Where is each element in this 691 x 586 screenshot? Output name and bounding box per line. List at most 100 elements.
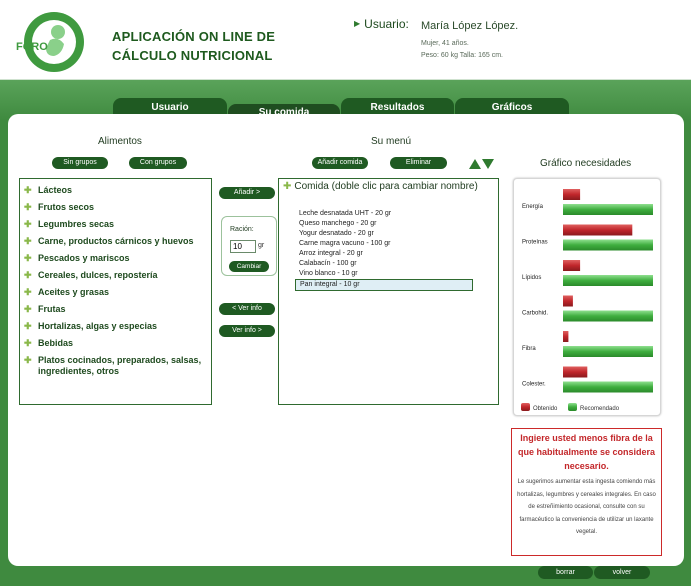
advice-body: Le sugerimos aumentar esta ingesta comie… bbox=[517, 479, 656, 535]
category-item[interactable]: ✚ Legumbres secas bbox=[24, 219, 205, 230]
category-item[interactable]: ✚ Carne, productos cárnicos y huevos bbox=[24, 236, 205, 247]
plus-icon: ✚ bbox=[24, 338, 32, 348]
category-label: Frutas bbox=[38, 304, 66, 314]
category-label: Aceites y grasas bbox=[38, 287, 110, 297]
menu-item[interactable]: Pan integral - 10 gr bbox=[295, 279, 473, 291]
reorder-arrows bbox=[468, 157, 494, 169]
category-label: Hortalizas, algas y especias bbox=[38, 321, 158, 331]
chart-category-label: Energía bbox=[522, 204, 544, 210]
category-item[interactable]: ✚ Pescados y mariscos bbox=[24, 253, 205, 264]
plus-icon: ✚ bbox=[24, 202, 32, 212]
bar-obtenido bbox=[563, 366, 588, 378]
menu-item[interactable]: Calabacín - 100 gr bbox=[295, 259, 473, 269]
bar-obtenido bbox=[563, 331, 569, 342]
chart-category-label: Proteínas bbox=[522, 240, 548, 246]
needs-chart-svg: Energía Proteínas Lípidos Carbohid. Fibra Col… bbox=[521, 189, 653, 412]
chart-category-label: Carbohid. bbox=[522, 311, 548, 317]
cambiar-button[interactable]: Cambiar bbox=[229, 261, 269, 272]
volver-button[interactable]: volver bbox=[594, 566, 650, 579]
advice-title: Ingiere usted menos fibra de la que habi… bbox=[517, 433, 656, 471]
user-label: ▶ Usuario: bbox=[354, 17, 409, 31]
bar-recomendado bbox=[563, 239, 653, 251]
category-label: Legumbres secas bbox=[38, 219, 115, 229]
con-grupos-button[interactable]: Con grupos bbox=[129, 157, 187, 169]
bar-recomendado bbox=[563, 310, 653, 322]
app-title: APLICACIÓN ON LINE DE CÁLCULO NUTRICIONA… bbox=[112, 27, 275, 65]
category-item[interactable]: ✚ Aceites y grasas bbox=[24, 287, 205, 298]
category-label: Lácteos bbox=[38, 185, 73, 195]
category-item[interactable]: ✚ Hortalizas, algas y especias bbox=[24, 321, 205, 332]
menu-title: Su menú bbox=[371, 136, 412, 147]
plus-icon: ✚ bbox=[24, 185, 32, 195]
bar-obtenido bbox=[563, 260, 581, 271]
plus-icon: ✚ bbox=[283, 181, 292, 192]
category-item[interactable]: ✚ Frutos secos bbox=[24, 202, 205, 213]
menu-item[interactable]: Queso manchego - 20 gr bbox=[295, 219, 473, 229]
user-sex-age: Mujer, 41 años. bbox=[421, 40, 469, 47]
legend-recomendado-swatch bbox=[568, 403, 577, 411]
bar-obtenido bbox=[563, 189, 581, 200]
menu-item-list: Leche desnatada UHT - 20 gr Queso mancheg… bbox=[295, 209, 473, 291]
racion-input[interactable] bbox=[230, 240, 256, 253]
chart-category-label: Fibra bbox=[522, 346, 536, 352]
ver-info-left-button[interactable]: < Ver info bbox=[219, 303, 275, 315]
category-item[interactable]: ✚ Cereales, dulces, repostería bbox=[24, 270, 205, 281]
advice-box: Ingiere usted menos fibra de la que habi… bbox=[511, 428, 662, 556]
plus-icon: ✚ bbox=[24, 355, 32, 365]
svg-text:FORO: FORO bbox=[16, 41, 48, 53]
category-label: Frutos secos bbox=[38, 202, 95, 212]
menu-item[interactable]: Leche desnatada UHT - 20 gr bbox=[295, 209, 473, 219]
racion-label: Ración: bbox=[230, 226, 254, 233]
menu-item[interactable]: Yogur desnatado - 20 gr bbox=[295, 229, 473, 239]
app-title-line2: CÁLCULO NUTRICIONAL bbox=[112, 48, 273, 63]
category-label: Cereales, dulces, repostería bbox=[38, 270, 158, 280]
alimentos-title: Alimentos bbox=[98, 136, 142, 147]
bar-recomendado bbox=[563, 346, 653, 357]
add-button[interactable]: Añadir > bbox=[219, 187, 275, 199]
plus-icon: ✚ bbox=[24, 219, 32, 229]
menu-item[interactable]: Vino blanco - 10 gr bbox=[295, 269, 473, 279]
menu-item[interactable]: Arroz integral - 20 gr bbox=[295, 249, 473, 259]
plus-icon: ✚ bbox=[24, 236, 32, 246]
borrar-button[interactable]: borrar bbox=[538, 566, 593, 579]
category-list: ✚ Lácteos ✚ Frutos secos ✚ Legumbres secas ✚ Ca… bbox=[20, 185, 211, 377]
legend-obtenido-label: Obtenido bbox=[533, 406, 558, 412]
plus-icon: ✚ bbox=[24, 304, 32, 314]
menu-item[interactable]: Carne magra vacuno - 100 gr bbox=[295, 239, 473, 249]
meal-header[interactable]: ✚ Comida (doble clic para cambiar nombre) bbox=[283, 181, 493, 193]
arrow-up-icon[interactable] bbox=[469, 159, 481, 169]
legend-recomendado-label: Recomendado bbox=[580, 406, 620, 412]
app-header: FORO APLICACIÓN ON LINE DE CÁLCULO NUTRI… bbox=[0, 0, 691, 80]
racion-unit: gr bbox=[258, 242, 265, 249]
ver-info-right-button[interactable]: Ver info > bbox=[219, 325, 275, 337]
chart-category-label: Lípidos bbox=[522, 275, 541, 281]
bar-obtenido bbox=[563, 295, 573, 307]
menu-box: ✚ Comida (doble clic para cambiar nombre)… bbox=[278, 178, 499, 405]
category-label: Platos cocinados, preparados, salsas, in… bbox=[38, 355, 202, 376]
app-title-line1: APLICACIÓN ON LINE DE bbox=[112, 29, 276, 44]
sin-grupos-button[interactable]: Sin grupos bbox=[52, 157, 108, 169]
plus-icon: ✚ bbox=[24, 287, 32, 297]
category-label: Carne, productos cárnicos y huevos bbox=[38, 236, 194, 246]
foro-logo: FORO bbox=[14, 10, 94, 74]
category-item[interactable]: ✚ Frutas bbox=[24, 304, 205, 315]
plus-icon: ✚ bbox=[24, 253, 32, 263]
triangle-right-icon: ▶ bbox=[354, 19, 361, 28]
chart-title: Gráfico necesidades bbox=[540, 158, 632, 169]
category-item[interactable]: ✚ Lácteos bbox=[24, 185, 205, 196]
food-category-list: ✚ Lácteos ✚ Frutos secos ✚ Legumbres secas ✚ Ca… bbox=[19, 178, 212, 405]
delete-button[interactable]: Eliminar bbox=[390, 157, 447, 169]
plus-icon: ✚ bbox=[24, 270, 32, 280]
arrow-down-icon[interactable] bbox=[482, 159, 494, 169]
add-food-button[interactable]: Añadir comida bbox=[312, 157, 368, 169]
category-item[interactable]: ✚ Bebidas bbox=[24, 338, 205, 349]
bar-obtenido bbox=[563, 224, 633, 236]
category-item[interactable]: ✚ Platos cocinados, preparados, salsas, i… bbox=[24, 355, 205, 377]
user-name: María López López. bbox=[421, 20, 519, 32]
category-label: Pescados y mariscos bbox=[38, 253, 130, 263]
bar-recomendado bbox=[563, 204, 653, 215]
plus-icon: ✚ bbox=[24, 321, 32, 331]
chart-category-label: Colester. bbox=[522, 382, 546, 388]
category-label: Bebidas bbox=[38, 338, 74, 348]
bar-recomendado bbox=[563, 381, 653, 393]
